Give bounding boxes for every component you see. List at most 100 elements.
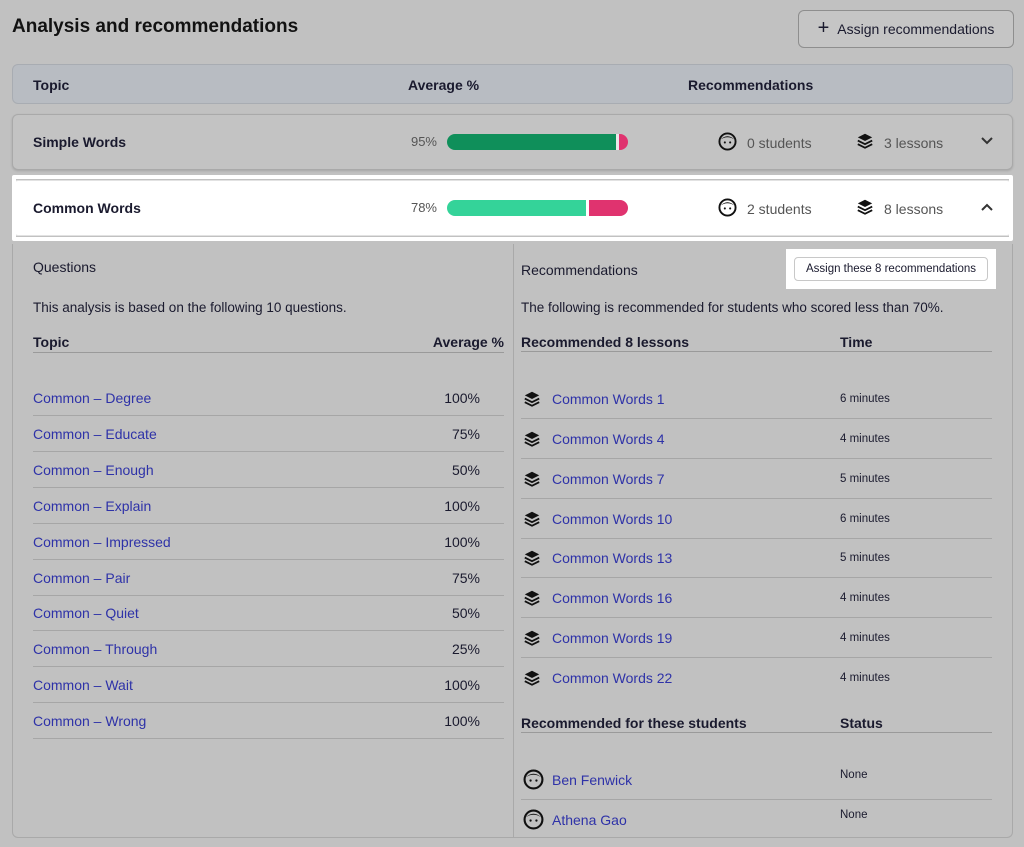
header-topic: Topic: [33, 77, 70, 93]
questions-col-average: Average %: [432, 334, 504, 350]
question-average: 100%: [444, 677, 480, 694]
lesson-row: Common Words 10 6 minutes: [521, 499, 992, 539]
lesson-time: 5 minutes: [840, 472, 890, 485]
student-status: None: [840, 809, 868, 821]
students-table-header: Recommended for these students Status: [521, 715, 992, 733]
topic-row-simple-words[interactable]: Simple Words 95% 0 students 3 lessons: [12, 114, 1013, 170]
layers-stack-icon: [523, 669, 541, 692]
question-row: Common – Degree 100%: [33, 380, 504, 416]
question-link[interactable]: Common – Wait: [33, 677, 133, 693]
topic-name: Simple Words: [33, 134, 127, 150]
questions-col-topic: Topic: [33, 334, 70, 350]
recommendations-title: Recommendations: [521, 262, 638, 278]
question-row: Common – Wrong 100%: [33, 703, 504, 740]
lesson-row: Common Words 1 6 minutes: [521, 379, 992, 419]
question-link[interactable]: Common – Degree: [33, 390, 151, 406]
question-average: 50%: [451, 605, 480, 622]
lesson-time: 4 minutes: [840, 632, 890, 645]
question-row: Common – Impressed 100%: [33, 524, 504, 560]
question-average: 75%: [451, 569, 480, 586]
lesson-link[interactable]: Common Words 7: [552, 471, 665, 487]
score-bar-fail: [619, 134, 628, 150]
header-average: Average %: [408, 77, 480, 93]
assign-recommendations-label: Assign recommendations: [837, 21, 995, 37]
lessons-col-name: Recommended 8 lessons: [521, 334, 690, 350]
lesson-row: Common Words 16 4 minutes: [521, 578, 992, 619]
plus-icon: +: [817, 17, 830, 39]
student-link[interactable]: Ben Fenwick: [552, 772, 632, 788]
question-link[interactable]: Common – Quiet: [33, 605, 139, 621]
score-bar: [447, 200, 628, 216]
students-col-name: Recommended for these students: [521, 715, 747, 731]
lesson-time: 5 minutes: [840, 552, 890, 565]
lesson-link[interactable]: Common Words 22: [552, 670, 672, 686]
lessons-count: 3 lessons: [856, 132, 943, 153]
student-row: Athena Gao None: [521, 800, 992, 840]
topic-percent: 78%: [410, 200, 437, 215]
questions-title: Questions: [33, 259, 97, 275]
question-row: Common – Educate 75%: [33, 416, 504, 452]
lesson-link[interactable]: Common Words 19: [552, 630, 672, 646]
lesson-time: 6 minutes: [840, 512, 890, 525]
panel-divider: [513, 244, 514, 838]
layers-stack-icon: [523, 589, 541, 612]
question-row: Common – Through 25%: [33, 631, 504, 668]
lesson-link[interactable]: Common Words 1: [552, 391, 665, 407]
question-link[interactable]: Common – Pair: [33, 570, 130, 586]
lesson-link[interactable]: Common Words 10: [552, 511, 672, 527]
layers-stack-icon: [856, 132, 874, 153]
header-recommendations: Recommendations: [688, 77, 814, 93]
layers-stack-icon: [523, 629, 541, 652]
layers-stack-icon: [523, 430, 541, 453]
layers-stack-icon: [523, 470, 541, 493]
question-average: 100%: [444, 390, 480, 406]
assign-recommendations-button[interactable]: + Assign recommendations: [798, 10, 1014, 48]
questions-table-header: Topic Average %: [33, 334, 504, 353]
question-row: Common – Pair 75%: [33, 560, 504, 596]
question-row: Common – Enough 50%: [33, 452, 504, 488]
lesson-row: Common Words 4 4 minutes: [521, 419, 992, 459]
score-bar: [447, 134, 628, 150]
student-status: None: [840, 769, 868, 781]
question-link[interactable]: Common – Wrong: [33, 713, 146, 729]
page-title: Analysis and recommendations: [12, 16, 299, 37]
question-average: 100%: [444, 497, 480, 514]
question-average: 100%: [444, 533, 480, 550]
lesson-time: 4 minutes: [840, 671, 890, 684]
lesson-link[interactable]: Common Words 4: [552, 431, 665, 447]
recommendations-description: The following is recommended for student…: [521, 300, 944, 315]
lesson-link[interactable]: Common Words 13: [552, 550, 672, 566]
question-link[interactable]: Common – Enough: [33, 462, 154, 478]
assign-these-recommendations-button[interactable]: Assign these 8 recommendations: [794, 257, 988, 281]
score-bar-pass: [447, 200, 586, 216]
question-row: Common – Explain 100%: [33, 488, 504, 524]
layers-stack-icon: [523, 510, 541, 533]
question-link[interactable]: Common – Through: [33, 641, 157, 657]
question-row: Common – Wait 100%: [33, 667, 504, 704]
lesson-row: Common Words 13 5 minutes: [521, 538, 992, 579]
questions-description: This analysis is based on the following …: [33, 300, 347, 315]
question-link[interactable]: Common – Impressed: [33, 534, 171, 550]
student-face-icon: [523, 769, 544, 795]
student-face-icon: [523, 809, 544, 835]
lessons-col-time: Time: [840, 334, 873, 350]
question-row: Common – Quiet 50%: [33, 595, 504, 632]
question-link[interactable]: Common – Educate: [33, 426, 157, 442]
students-count: 2 students: [718, 198, 812, 220]
lesson-row: Common Words 22 4 minutes: [521, 658, 992, 698]
chevron-up-icon[interactable]: [980, 199, 994, 215]
lesson-link[interactable]: Common Words 16: [552, 590, 672, 606]
lessons-count: 8 lessons: [856, 198, 943, 219]
question-link[interactable]: Common – Explain: [33, 498, 151, 514]
students-count: 0 students: [718, 132, 812, 154]
student-link[interactable]: Athena Gao: [552, 812, 627, 828]
question-average: 75%: [451, 425, 480, 442]
topic-row-common-words[interactable]: Common Words 78% 2 students 8 lessons: [12, 175, 1013, 241]
students-col-status: Status: [840, 715, 883, 731]
lesson-row: Common Words 7 5 minutes: [521, 459, 992, 499]
question-average: 25%: [451, 641, 480, 658]
assign-these-recommendations-button-wrap: Assign these 8 recommendations: [786, 249, 996, 289]
topic-name: Common Words: [33, 200, 141, 216]
chevron-down-icon[interactable]: [980, 133, 994, 149]
lesson-row: Common Words 19 4 minutes: [521, 618, 992, 659]
